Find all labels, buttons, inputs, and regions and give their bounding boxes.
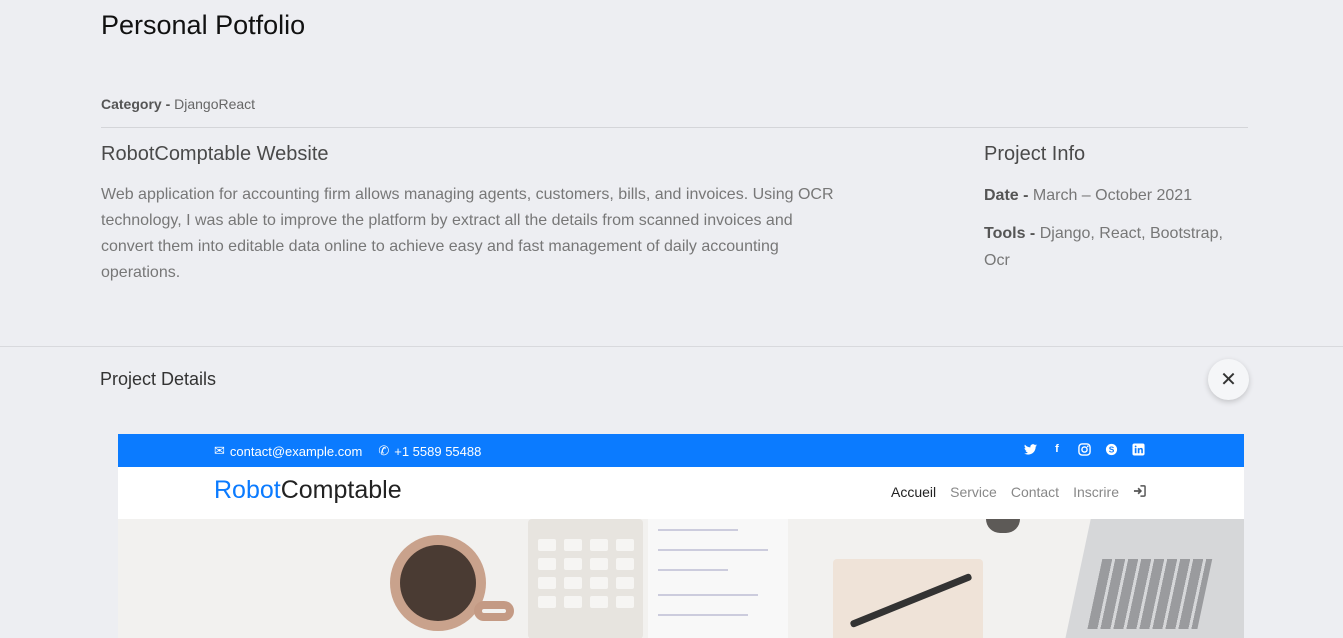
project-info-title: Project Info (984, 143, 1086, 165)
tools-label: Tools - (984, 225, 1036, 242)
project-title: RobotComptable Website (101, 143, 329, 165)
close-button[interactable]: ✕ (1208, 359, 1249, 400)
laptop-image (1065, 519, 1244, 638)
linkedin-icon (1131, 442, 1145, 456)
preview-email-text: contact@example.com (229, 443, 363, 459)
brand-accent: Robot (214, 476, 281, 504)
preview-nav-service: Service (950, 484, 997, 500)
paper-notes-image (648, 519, 788, 638)
preview-navbar: RobotComptable Accueil Service Contact I… (118, 467, 1244, 519)
preview-topbar: ✉ contact@example.com ✆ +1 5589 55488 f … (118, 434, 1244, 467)
calculator-image (528, 519, 643, 638)
preview-phone-text: +1 5589 55488 (394, 443, 482, 459)
preview-nav: Accueil Service Contact Inscrire (891, 484, 1146, 500)
project-details-title: Project Details (100, 369, 217, 389)
divider (101, 127, 1248, 128)
preview-nav-inscrire: Inscrire (1073, 484, 1119, 500)
project-screenshot: ✉ contact@example.com ✆ +1 5589 55488 f … (118, 434, 1244, 638)
preview-nav-contact: Contact (1010, 484, 1060, 500)
brand-rest: Comptable (280, 476, 402, 504)
project-description: Web application for accounting firm allo… (101, 186, 834, 281)
category-value: DjangoReact (174, 96, 256, 112)
section-divider (0, 346, 1343, 347)
skype-icon: S (1104, 442, 1118, 456)
category-line: Category - DjangoReact (101, 96, 255, 112)
instagram-icon (1077, 442, 1091, 456)
project-tools: Tools - Django, React, Bootstrap, Ocr (984, 220, 1244, 274)
envelope-icon: ✉ (214, 443, 225, 458)
cup-handle (474, 601, 514, 621)
preview-email: ✉ contact@example.com (214, 443, 362, 459)
phone-image (986, 519, 1020, 533)
phone-icon: ✆ (378, 443, 390, 458)
svg-text:S: S (1108, 444, 1114, 454)
date-label: Date - (984, 187, 1029, 204)
preview-nav-accueil: Accueil (891, 484, 937, 500)
sign-in-icon (1133, 484, 1146, 500)
preview-brand: RobotComptable (214, 476, 402, 505)
twitter-icon (1023, 442, 1037, 456)
coffee (400, 545, 476, 621)
preview-phone: ✆ +1 5589 55488 (378, 443, 481, 459)
page-title: Personal Potfolio (101, 10, 306, 40)
date-value: March – October 2021 (1032, 187, 1193, 204)
close-icon: ✕ (1220, 369, 1237, 391)
category-label: Category - (101, 96, 171, 112)
project-date: Date - March – October 2021 (984, 182, 1244, 209)
facebook-icon: f (1055, 443, 1059, 455)
preview-hero-image (118, 519, 1244, 638)
